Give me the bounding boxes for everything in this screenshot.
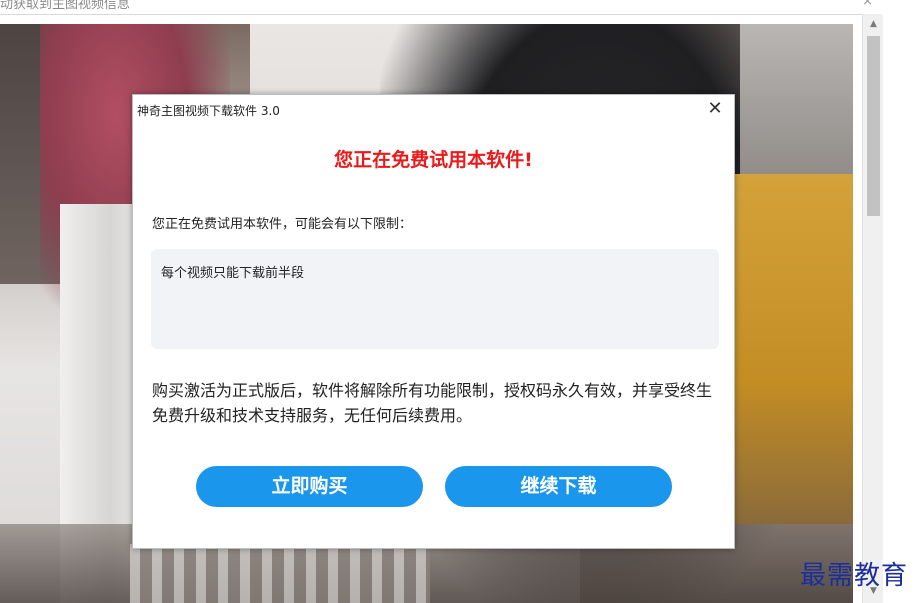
limitations-box: 每个视频只能下载前半段: [151, 249, 719, 349]
window-edge: [883, 0, 923, 603]
trial-headline: 您正在免费试用本软件!: [334, 149, 533, 171]
continue-download-button[interactable]: 继续下载: [445, 466, 672, 507]
close-icon[interactable]: ✕: [704, 98, 726, 120]
limitations-intro: 您正在免费试用本软件，可能会有以下限制：: [152, 217, 413, 232]
purchase-note: 购买激活为正式版后，软件将解除所有功能限制，授权码永久有效，并享受终生免费升级和…: [152, 381, 713, 425]
limitation-item: 每个视频只能下载前半段: [161, 266, 305, 281]
outer-window-title: 动获取到主图视频信息: [0, 0, 131, 12]
trial-dialog: 神奇主图视频下载软件 3.0 ✕ 您正在免费试用本软件! 您正在免费试用本软件，…: [132, 94, 735, 549]
outer-close-icon[interactable]: ×: [862, 0, 873, 9]
scrollbar-thumb[interactable]: [867, 36, 880, 216]
dialog-title: 神奇主图视频下载软件 3.0: [137, 104, 280, 118]
vertical-scrollbar[interactable]: ▲ ▼: [862, 14, 884, 603]
buy-now-button[interactable]: 立即购买: [196, 466, 423, 507]
scroll-up-icon[interactable]: ▲: [863, 18, 884, 30]
outer-window-titlebar: 动获取到主图视频信息 ×: [0, 0, 883, 15]
watermark-logo: 最需教育: [800, 561, 909, 591]
